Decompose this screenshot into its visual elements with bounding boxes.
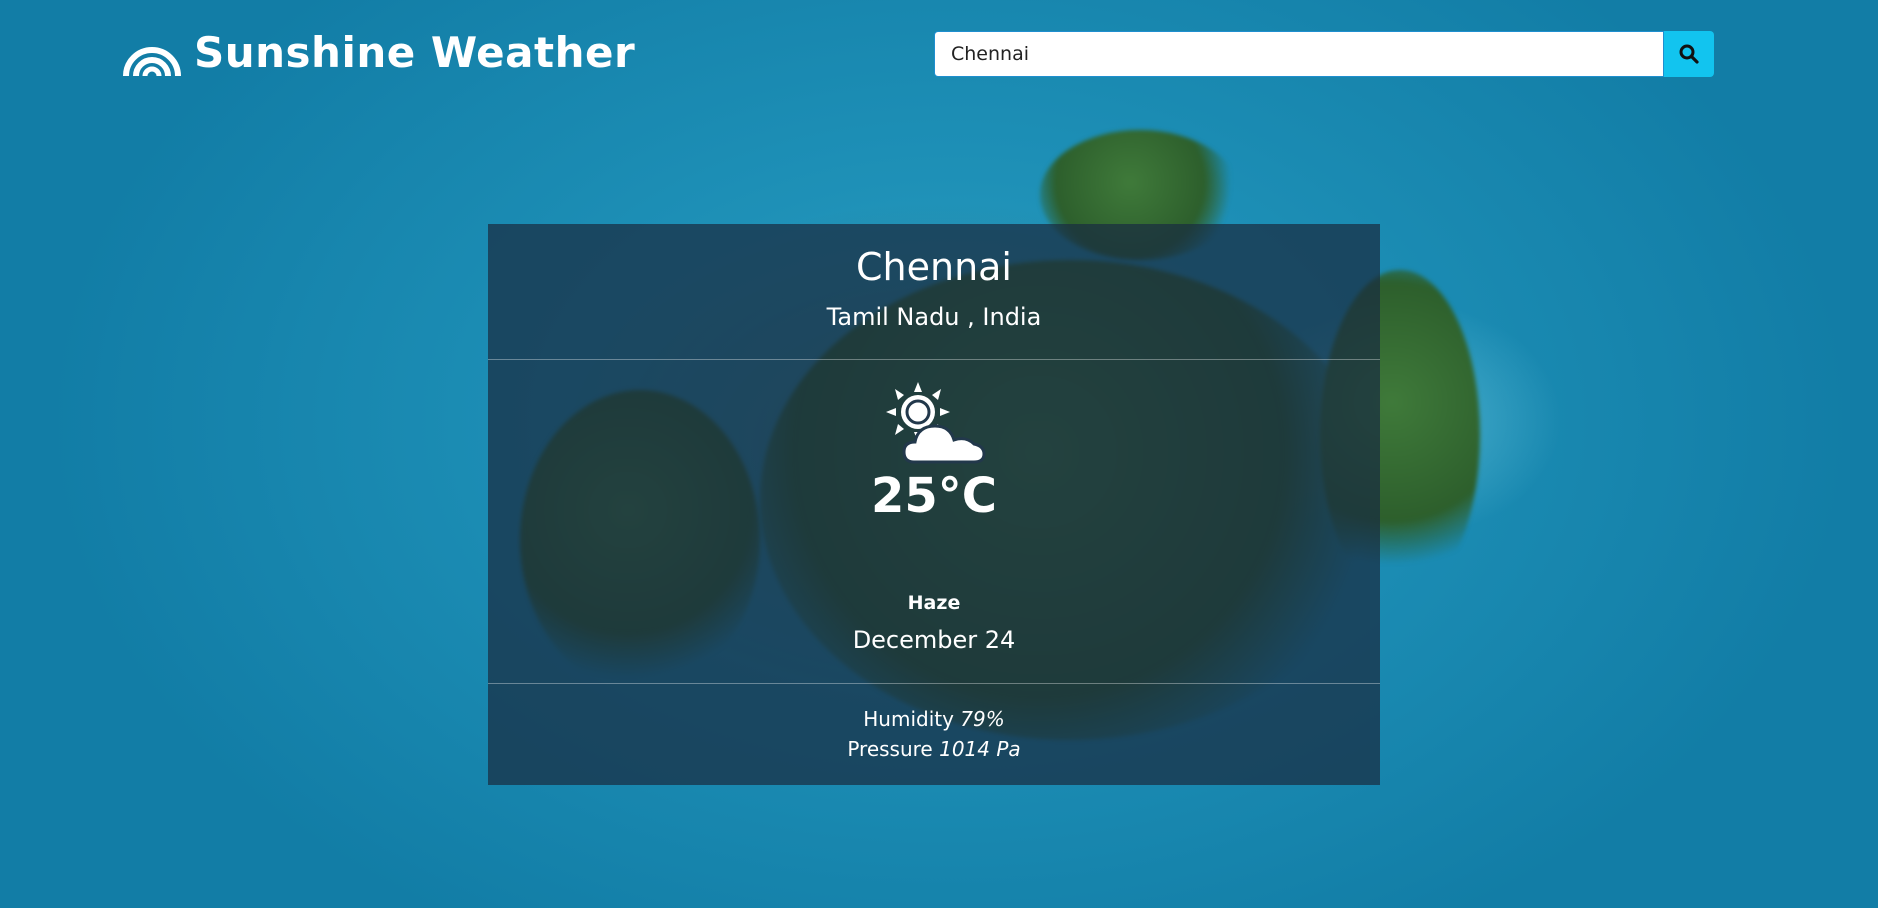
humidity-value: 79%	[960, 707, 1005, 731]
brand[interactable]: Sunshine Weather	[122, 28, 635, 77]
search-bar	[934, 31, 1714, 77]
rainbow-icon	[123, 46, 181, 76]
pressure-value: 1014 Pa	[939, 737, 1021, 761]
search-input[interactable]	[934, 31, 1664, 77]
temperature: 25°C	[488, 468, 1380, 524]
humidity-row: Humidity 79%	[488, 704, 1380, 734]
weather-condition: Haze	[907, 592, 961, 614]
region-country: Tamil Nadu , India	[826, 303, 1042, 331]
conditions-section: 25°C Haze December 24	[488, 360, 1380, 684]
temperature-value: 25	[870, 468, 938, 524]
temperature-unit: °C	[937, 468, 998, 524]
details-section: Humidity 79% Pressure 1014 Pa	[488, 684, 1380, 764]
search-icon	[1679, 44, 1699, 64]
partly-cloudy-day-icon	[886, 382, 986, 464]
pressure-label: Pressure	[847, 737, 933, 761]
search-button[interactable]	[1664, 31, 1714, 77]
weather-card: Chennai Tamil Nadu , India 25°C Haze Dec…	[488, 224, 1380, 785]
forecast-date: December 24	[852, 626, 1016, 654]
pressure-row: Pressure 1014 Pa	[488, 734, 1380, 764]
app-title: Sunshine Weather	[194, 28, 636, 77]
city-name: Chennai	[855, 245, 1012, 289]
humidity-label: Humidity	[863, 707, 954, 731]
location-section: Chennai Tamil Nadu , India	[488, 224, 1380, 360]
